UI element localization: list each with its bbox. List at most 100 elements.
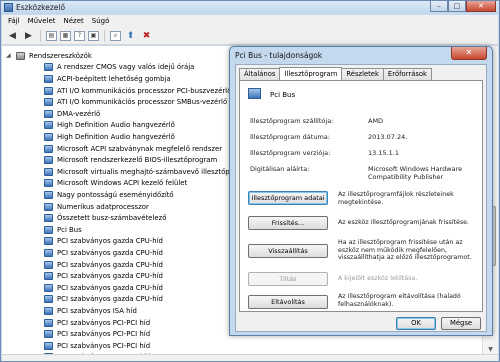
tree-item[interactable]: PCI szabványos gazda CPU-híd: [44, 270, 163, 282]
tree-item[interactable]: Microsoft Windows ACPI kezelő felület: [44, 178, 187, 190]
tree-item-label: Pci Bus: [57, 225, 82, 234]
tree-item-label: PCI szabványos gazda CPU-híd: [57, 237, 163, 246]
update-driver-desc: Az eszköz illesztőprogramjának frissítés…: [338, 219, 470, 226]
dialog-body: Általános Illesztőprogram Részletek Erőf…: [235, 64, 487, 332]
tree-item[interactable]: PCI szabványos gazda CPU-híd: [44, 236, 163, 248]
menu-view[interactable]: Nézet: [64, 17, 84, 25]
tree-item[interactable]: PCI szabványos PCI-PCI híd: [44, 328, 150, 340]
tree-item[interactable]: Microsoft virtualis meghajtó-számbavevő …: [44, 166, 241, 178]
device-icon: [44, 330, 53, 339]
tree-root-label: Rendszereszközök: [29, 51, 92, 60]
tree-item-label: PCI szabványos ISA híd: [57, 306, 137, 315]
tree-item[interactable]: Összetett busz-számbavételező: [44, 212, 166, 224]
tree-item[interactable]: PCI szabványos PCI-PCI híd: [44, 317, 150, 329]
tree-item[interactable]: A rendszer CMOS vagy valós idejű órája: [44, 62, 194, 74]
tree-item-label: A rendszer CMOS vagy valós idejű órája: [57, 63, 195, 72]
tree-item[interactable]: PCI szabványos gazda CPU-híd: [44, 294, 163, 306]
prop-value-version: 13.15.1.1: [368, 149, 400, 157]
back-arrow-icon[interactable]: ◀: [6, 30, 19, 42]
tree-item-label: DMA-vezérlő: [57, 109, 101, 118]
tab-general[interactable]: Általános: [239, 68, 281, 80]
window-title: Eszközkezelő: [16, 3, 66, 12]
tree-item-label: Microsoft virtualis meghajtó-számbavevő …: [57, 167, 241, 176]
tree-item[interactable]: ATI I/O kommunikációs processzor SMBus-v…: [44, 96, 227, 108]
device-icon: [44, 74, 53, 83]
system-devices-icon: [16, 51, 25, 60]
tree-item[interactable]: High Definition Audio hangvezérlő: [44, 120, 175, 132]
tree-item[interactable]: ATI I/O kommunikációs processzor PCI-bus…: [44, 85, 231, 97]
tree-item-label: Microsoft ACPI szabványnak megfelelő ren…: [57, 144, 223, 153]
tree-item-label: PCI szabványos gazda CPU-híd: [57, 272, 163, 281]
toolbar-separator: [104, 29, 105, 42]
uninstall-driver-button[interactable]: Eltávolítás: [248, 295, 328, 309]
menu-file[interactable]: Fájl: [8, 17, 20, 25]
toolbar: ◀ ▶ ▤ ▦ ? ▣ ⌕ ⬆ ✖: [2, 27, 498, 45]
update-driver-icon[interactable]: ⬆: [124, 30, 137, 42]
dialog-close-button[interactable]: ✕: [451, 47, 487, 60]
tab-resources[interactable]: Erőforrások: [382, 68, 432, 80]
console-view-icon[interactable]: ▣: [88, 30, 99, 41]
device-icon: [44, 225, 53, 234]
minimize-button[interactable]: –: [430, 1, 448, 12]
tree-item[interactable]: Microsoft ACPI szabványnak megfelelő ren…: [44, 143, 222, 155]
driver-details-button[interactable]: Illesztőprogram adatai: [248, 191, 328, 205]
forward-arrow-icon[interactable]: ▶: [22, 30, 35, 42]
device-icon: [44, 295, 53, 304]
tree-item[interactable]: ACPI-beépített lehetőség gombja: [44, 73, 171, 85]
tree-item[interactable]: PCI szabványos gazda CPU-híd: [44, 282, 163, 294]
title-bar[interactable]: Eszközkezelő – □ ✕: [1, 1, 499, 14]
tree-item-label: Nagy pontosságú eseményidőzítő: [57, 190, 174, 199]
device-icon: [44, 202, 53, 211]
tree-item-label: ATI I/O kommunikációs processzor SMBus-v…: [57, 98, 228, 107]
tree-item[interactable]: PCI szabványos ISA híd: [44, 305, 137, 317]
tree-item[interactable]: PCI szabványos gazda CPU-híd: [44, 247, 163, 259]
tree-item-label: Összetett busz-számbavételező: [57, 214, 167, 223]
update-driver-button[interactable]: Frissítés...: [248, 216, 328, 230]
tree-item-label: PCI szabványos gazda CPU-híd: [57, 260, 163, 269]
tree-item[interactable]: High Definition Audio hangvezérlő: [44, 131, 175, 143]
prop-label-signer: Digitálisan aláírta:: [250, 165, 310, 173]
device-icon: [44, 341, 53, 350]
properties-icon[interactable]: ▦: [60, 30, 71, 41]
collapse-icon[interactable]: ◢: [6, 52, 11, 59]
device-icon: [44, 156, 53, 165]
disable-device-button[interactable]: Tiltás: [248, 272, 328, 286]
tree-item-label: High Definition Audio hangvezérlő: [57, 121, 175, 130]
tree-item[interactable]: Microsoft rendszerkezelő BIOS-illesztőpr…: [44, 154, 217, 166]
menu-help[interactable]: Súgó: [92, 17, 110, 25]
prop-value-signer: Microsoft Windows Hardware Compatibility…: [368, 165, 463, 181]
scan-hardware-icon[interactable]: ⌕: [110, 30, 121, 41]
menu-action[interactable]: Művelet: [28, 17, 56, 25]
tree-item[interactable]: PCI szabványos PCI-PCI híd: [44, 340, 150, 352]
pci-bus-device-icon: [248, 88, 261, 99]
device-icon: [44, 86, 53, 95]
tree-item[interactable]: DMA-vezérlő: [44, 108, 100, 120]
tree-item-label: PCI szabványos PCI-PCI híd: [57, 330, 151, 339]
tree-item[interactable]: PCI szabványos gazda CPU-híd: [44, 259, 163, 271]
ok-button[interactable]: OK: [396, 317, 436, 330]
device-icon: [44, 283, 53, 292]
device-icon: [44, 109, 53, 118]
device-icon: [44, 63, 53, 72]
driver-tab-panel: Pci Bus Illesztőprogram szállítója: AMD …: [239, 80, 483, 312]
properties-dialog: Pci Bus - tulajdonságok ✕ Általános Ille…: [229, 46, 493, 336]
tree-item[interactable]: Pci Bus: [44, 224, 82, 236]
tab-driver[interactable]: Illesztőprogram: [279, 67, 343, 80]
uninstall-driver-desc: Az illesztőprogram eltávolítása (haladó …: [338, 293, 461, 308]
tree-root-system-devices[interactable]: ◢ Rendszereszközök: [6, 50, 92, 62]
roll-back-driver-button[interactable]: Visszaállítás: [248, 244, 328, 258]
cancel-button[interactable]: Mégse: [441, 317, 481, 330]
tree-item[interactable]: Nagy pontosságú eseményidőzítő: [44, 189, 174, 201]
help-icon[interactable]: ?: [74, 30, 85, 41]
show-hide-tree-icon[interactable]: ▤: [46, 30, 57, 41]
tree-item-label: PCI szabványos gazda CPU-híd: [57, 248, 163, 257]
tree-item-label: Numerikus adatprocesszor: [57, 202, 149, 211]
maximize-button[interactable]: □: [448, 1, 466, 12]
close-button[interactable]: ✕: [466, 1, 496, 12]
device-icon: [44, 318, 53, 327]
tree-item-label: ATI I/O kommunikációs processzor PCI-bus…: [57, 86, 232, 95]
tree-item[interactable]: Numerikus adatprocesszor: [44, 201, 149, 213]
tab-details[interactable]: Részletek: [341, 68, 384, 80]
device-icon: [44, 144, 53, 153]
uninstall-icon[interactable]: ✖: [140, 30, 153, 42]
